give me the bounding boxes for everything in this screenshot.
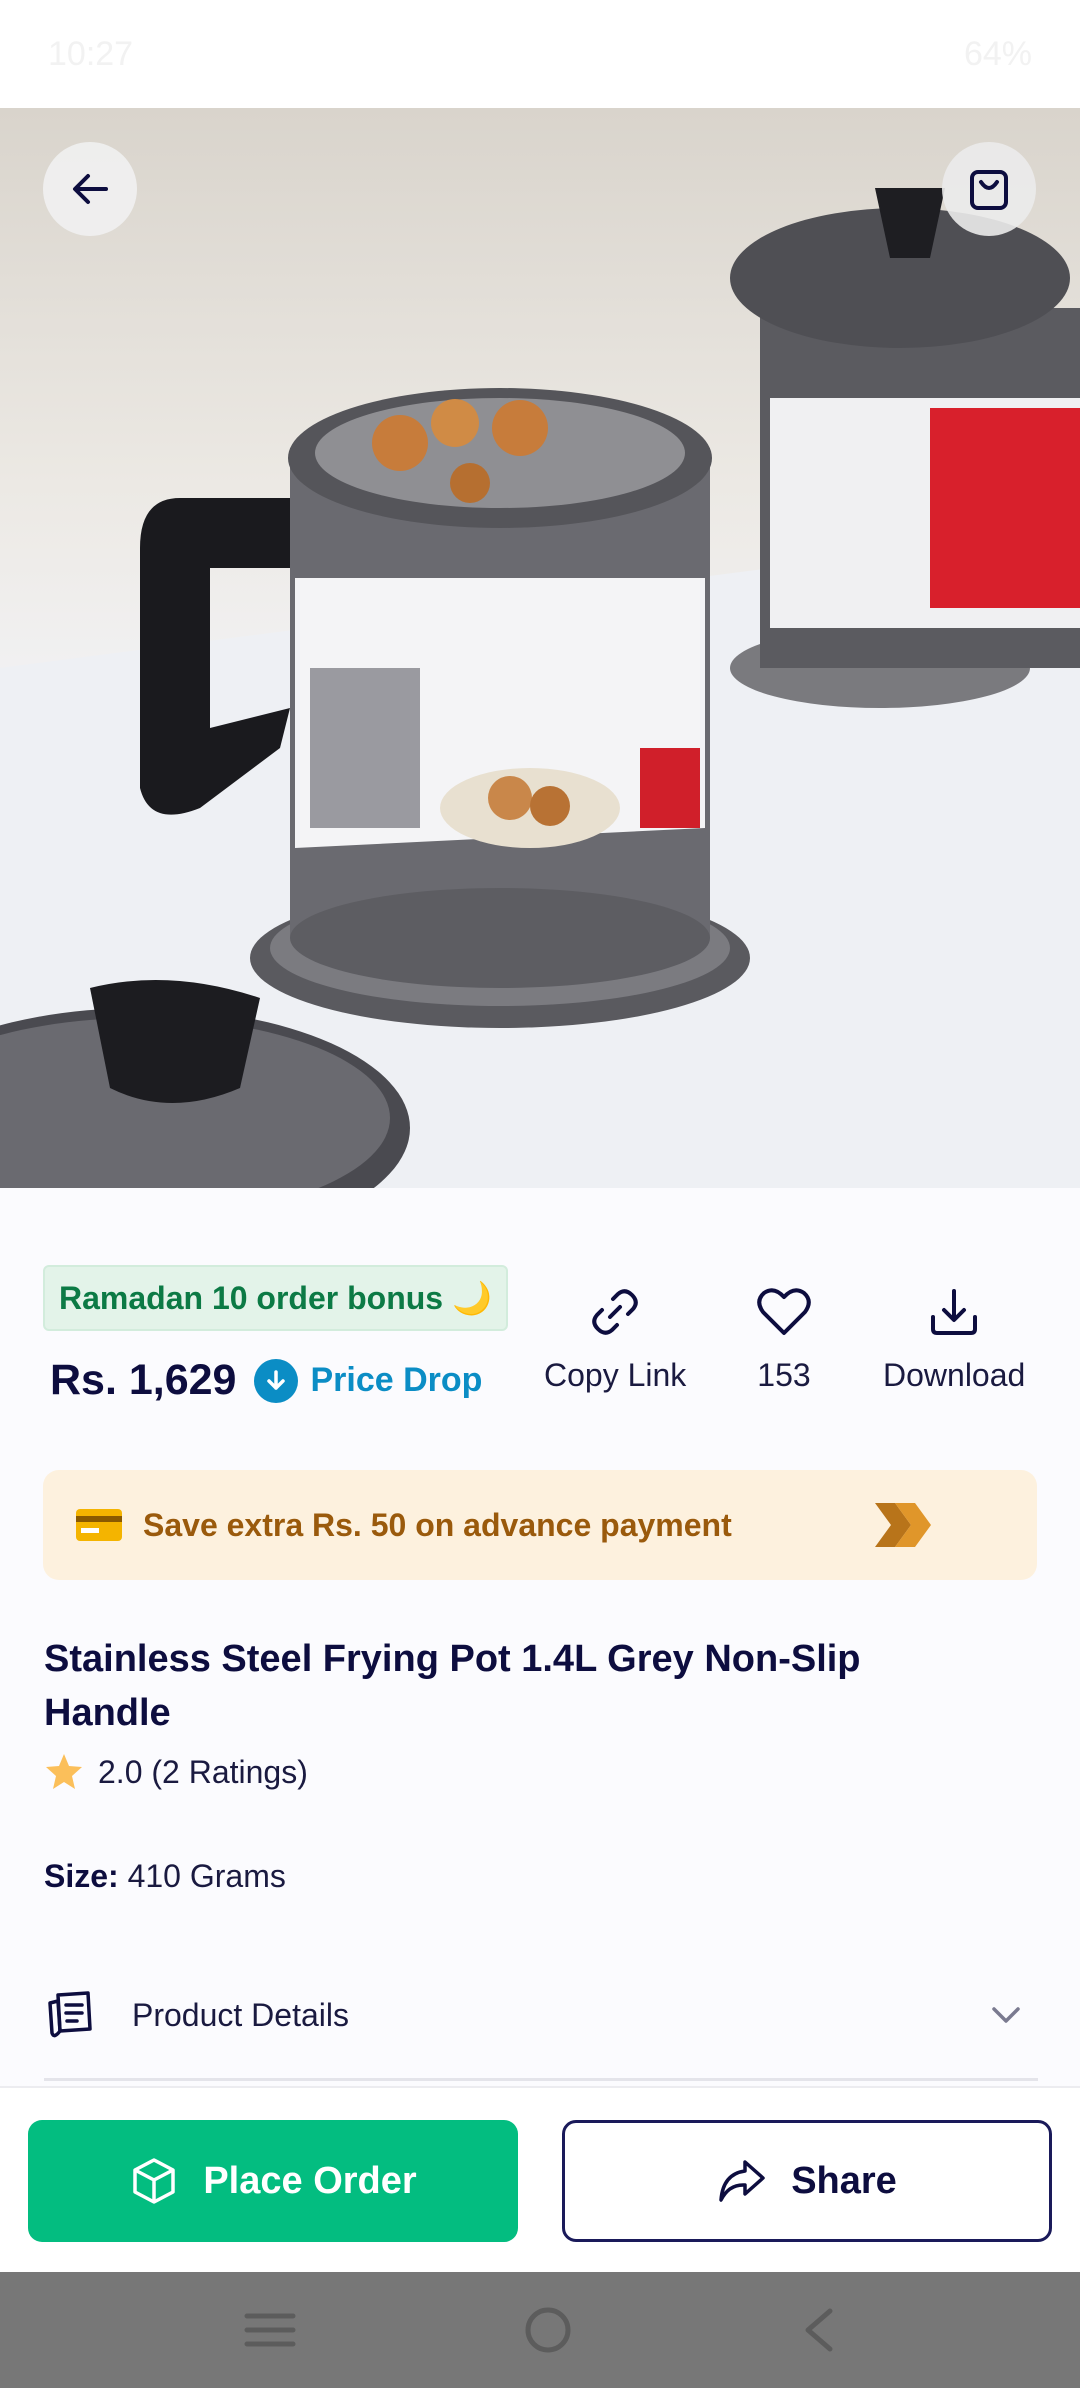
link-icon: [588, 1283, 642, 1341]
download-icon: [927, 1283, 981, 1341]
product-title: Stainless Steel Frying Pot 1.4L Grey Non…: [44, 1638, 861, 1734]
product-price: Rs. 1,629: [50, 1356, 237, 1404]
chevron-down-icon: [992, 2007, 1020, 2023]
home-icon[interactable]: [523, 2305, 573, 2355]
bonus-badge: Ramadan 10 order bonus 🌙: [43, 1265, 508, 1331]
bonus-label: Ramadan 10 order bonus 🌙: [59, 1280, 492, 1316]
price-row: Rs. 1,629 Price Drop: [50, 1356, 482, 1405]
menu-icon[interactable]: [244, 2310, 296, 2350]
product-details-toggle[interactable]: Product Details: [44, 1985, 1038, 2045]
download-button[interactable]: Download: [883, 1283, 1025, 1394]
advance-payment-banner[interactable]: Save extra Rs. 50 on advance payment: [43, 1470, 1037, 1580]
product-size: Size: 410 Grams: [44, 1858, 286, 1895]
credit-card-icon: [76, 1509, 122, 1541]
promo-text: Save extra Rs. 50 on advance payment: [143, 1506, 732, 1543]
share-button[interactable]: Share: [562, 2120, 1052, 2242]
download-label: Download: [883, 1357, 1026, 1393]
divider: [44, 2078, 1038, 2081]
wishlist-button[interactable]: 153: [756, 1283, 812, 1394]
copy-link-button[interactable]: Copy Link: [544, 1283, 686, 1394]
arrow-left-icon: [73, 174, 108, 204]
product-details-label: Product Details: [132, 1996, 349, 2033]
box-icon: [133, 2158, 176, 2204]
back-nav-icon[interactable]: [800, 2307, 836, 2353]
status-time: 10:27: [48, 34, 134, 73]
copy-link-label: Copy Link: [544, 1357, 687, 1393]
place-order-button[interactable]: Place Order: [28, 2120, 518, 2242]
shopping-bag-icon: [970, 170, 1008, 210]
size-value: 410 Grams: [127, 1858, 286, 1894]
star-icon: [46, 1754, 82, 1789]
double-chevron-right-icon: [875, 1503, 931, 1547]
status-battery: 64%: [963, 34, 1032, 73]
likes-count: 153: [757, 1357, 811, 1393]
system-navigation-bar: [0, 2272, 1080, 2388]
product-photo: [0, 188, 1080, 1188]
document-icon: [48, 1991, 92, 2038]
share-label: Share: [791, 2159, 897, 2202]
place-order-label: Place Order: [203, 2159, 417, 2202]
price-drop-label: Price Drop: [310, 1361, 483, 1399]
status-bar: 10:27 64%: [0, 0, 1080, 108]
cart-button[interactable]: [942, 142, 1036, 236]
product-rating[interactable]: 2.0 (2 Ratings): [44, 1752, 308, 1792]
heart-icon: [756, 1283, 812, 1341]
rating-text: 2.0 (2 Ratings): [98, 1753, 308, 1790]
back-button[interactable]: [43, 142, 137, 236]
product-image-gallery[interactable]: [0, 108, 1080, 1188]
size-label: Size:: [44, 1858, 119, 1894]
bottom-action-bar: Place Order Share: [0, 2086, 1080, 2272]
arrow-down-circle-icon: [254, 1358, 299, 1403]
share-arrow-icon: [719, 2160, 765, 2202]
